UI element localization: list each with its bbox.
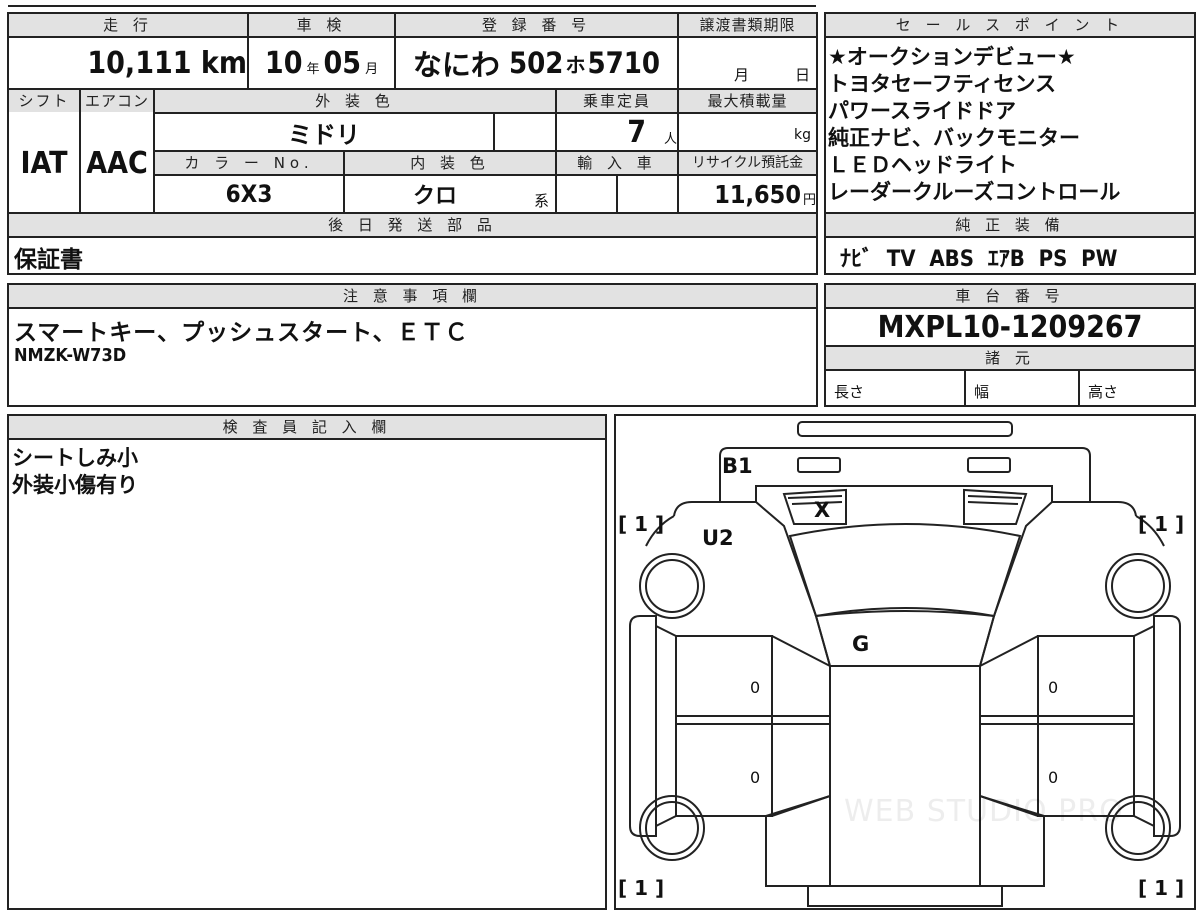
recycle-unit: 円 — [802, 192, 816, 208]
shaken-month-unit: 月 — [365, 61, 379, 77]
max-load-header: 最大積載量 — [679, 90, 816, 112]
capacity-header: 乗車定員 — [557, 90, 677, 112]
sales-point-item: 純正ナビ、バックモニター — [828, 126, 1080, 150]
transfer-day: 日 — [795, 66, 811, 84]
inspector-line-2: 外装小傷有り — [12, 473, 138, 497]
later-parts-value: 保証書 — [14, 247, 83, 273]
mileage-value: 10,111 km — [9, 38, 251, 88]
bracket-top-right: [ 1 ] — [1138, 512, 1185, 536]
ac-header: エアコン — [81, 90, 153, 112]
interior-color-value: クロ — [412, 184, 457, 209]
bracket-bottom-left: [ 1 ] — [618, 876, 665, 900]
inspector-line-1: シートしみ小 — [12, 446, 138, 470]
sales-point-item: レーダークルーズコントロール — [828, 180, 1121, 204]
reg-area: なにわ — [412, 48, 500, 82]
capacity-value: 7人 — [557, 114, 683, 150]
reg-number: 5710 — [587, 46, 661, 80]
shift-header: シフト — [9, 90, 79, 112]
color-no-value: 6X3 — [225, 180, 273, 208]
damage-mark-x: X — [814, 498, 831, 522]
reg-class: 502 — [509, 46, 564, 80]
spec-height: 高さ — [1088, 383, 1119, 401]
specs-header: 諸 元 — [826, 347, 1194, 369]
damage-mark-b1: B1 — [722, 454, 753, 478]
equipment-header: 純 正 装 備 — [826, 214, 1194, 236]
equipment-value: ﾅﾋﾞ TV ABS ｴｱB PS PW — [840, 247, 1118, 272]
bracket-bottom-right: [ 1 ] — [1138, 876, 1185, 900]
mileage-unit: km — [200, 45, 247, 81]
sales-points-header: セ ー ル ス ポ イ ン ト — [826, 14, 1194, 36]
registration-value: なにわ 502 ホ 5710 — [396, 38, 677, 88]
load-unit: kg — [794, 127, 811, 143]
sales-points-list: ★オークションデビュー★ トヨタセーフティセンス パワースライドドア 純正ナビ、… — [828, 44, 1120, 206]
right-front-door-count: 0 — [1048, 678, 1059, 697]
shaken-year-unit: 年 — [306, 61, 320, 77]
shift-value: IAT — [20, 145, 68, 181]
inspector-header: 検 査 員 記 入 欄 — [9, 416, 605, 438]
sales-point-item: ＬＥＤヘッドライト — [828, 153, 1017, 177]
later-parts-header: 後 日 発 送 部 品 — [9, 214, 816, 236]
notes-line-2: NMZK-W73D — [14, 345, 127, 366]
transfer-deadline-header: 譲渡書類期限 — [679, 14, 816, 36]
top-cutoff-strip — [0, 0, 1200, 8]
transfer-month: 月 — [734, 66, 750, 84]
right-rear-door-count: 0 — [1048, 768, 1059, 787]
color-no-header: カ ラ ー No. — [155, 152, 343, 174]
left-front-door-count: 0 — [750, 678, 761, 697]
recycle-header: リサイクル預託金 — [679, 152, 816, 174]
sales-point-item: パワースライドドア — [828, 99, 1016, 123]
max-load-value: kg — [679, 114, 816, 150]
sales-point-item: ★オークションデビュー★ — [828, 45, 1076, 69]
exterior-color-header: 外 装 色 — [155, 90, 555, 112]
watermark: WEB STUDIO PRO — [844, 794, 1124, 829]
car-outline-diagram — [629, 421, 1181, 907]
recycle-amount: 11,650 — [714, 179, 801, 209]
shaken-year: 10 — [264, 45, 303, 81]
notes-line-1: スマートキー、プッシュスタート、ＥＴＣ — [14, 320, 469, 346]
registration-header: 登 録 番 号 — [396, 14, 677, 36]
shaken-value: 10 年 05 月 — [249, 38, 394, 88]
mileage-number: 10,111 — [87, 45, 192, 81]
damage-mark-g: G — [852, 632, 870, 656]
interior-color-unit: 系 — [534, 192, 550, 210]
damage-mark-u2: U2 — [702, 526, 734, 550]
reg-kana: ホ — [565, 52, 586, 77]
capacity-number: 7 — [627, 114, 646, 150]
exterior-color-value: ミドリ — [288, 120, 360, 149]
shaken-header: 車 検 — [249, 14, 394, 36]
mileage-header: 走 行 — [9, 14, 247, 36]
recycle-value: 11,650 円 — [679, 176, 820, 212]
transfer-deadline-value: 月 日 — [679, 38, 816, 88]
damage-diagram: [ 1 ] [ 1 ] [ 1 ] [ 1 ] B1 U2 X G 0 0 0 … — [614, 414, 1196, 910]
chassis-header: 車 台 番 号 — [826, 285, 1194, 307]
sales-point-item: トヨタセーフティセンス — [828, 72, 1057, 96]
spec-width: 幅 — [974, 383, 990, 401]
left-rear-door-count: 0 — [750, 768, 761, 787]
bracket-top-left: [ 1 ] — [618, 512, 665, 536]
notes-header: 注 意 事 項 欄 — [9, 285, 816, 307]
spec-length: 長さ — [834, 383, 865, 401]
ac-value: AAC — [86, 145, 148, 181]
interior-color-header: 内 装 色 — [345, 152, 555, 174]
capacity-unit: 人 — [663, 131, 677, 147]
import-header: 輸 入 車 — [557, 152, 677, 174]
chassis-number: MXPL10-1209267 — [877, 309, 1143, 345]
shaken-month: 05 — [323, 45, 362, 81]
